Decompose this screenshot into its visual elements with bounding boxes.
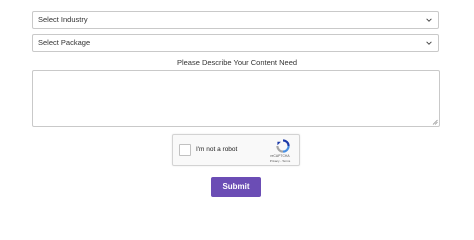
resize-grip-icon[interactable]: [432, 119, 438, 125]
recaptcha-brand: reCAPTCHA: [270, 154, 290, 158]
industry-select[interactable]: Select Industry: [32, 11, 439, 29]
recaptcha-widget: I'm not a robot reCAPTCHA Privacy - Term…: [172, 134, 300, 166]
describe-content-label: Please Describe Your Content Need: [176, 58, 298, 67]
package-select-value: Select Package: [38, 38, 91, 47]
not-a-robot-label: I'm not a robot: [196, 146, 238, 153]
submit-button[interactable]: Submit: [211, 177, 261, 197]
chevron-down-icon: [426, 18, 432, 22]
industry-select-value: Select Industry: [38, 15, 88, 24]
content-need-textarea[interactable]: [32, 70, 440, 127]
package-select[interactable]: Select Package: [32, 34, 439, 52]
content-request-form: Select Industry Select Package Please De…: [0, 0, 474, 222]
chevron-down-icon: [426, 41, 432, 45]
not-a-robot-checkbox[interactable]: [179, 144, 191, 156]
recaptcha-legal-links[interactable]: Privacy - Terms: [265, 159, 295, 163]
recaptcha-logo-icon: [276, 139, 290, 153]
